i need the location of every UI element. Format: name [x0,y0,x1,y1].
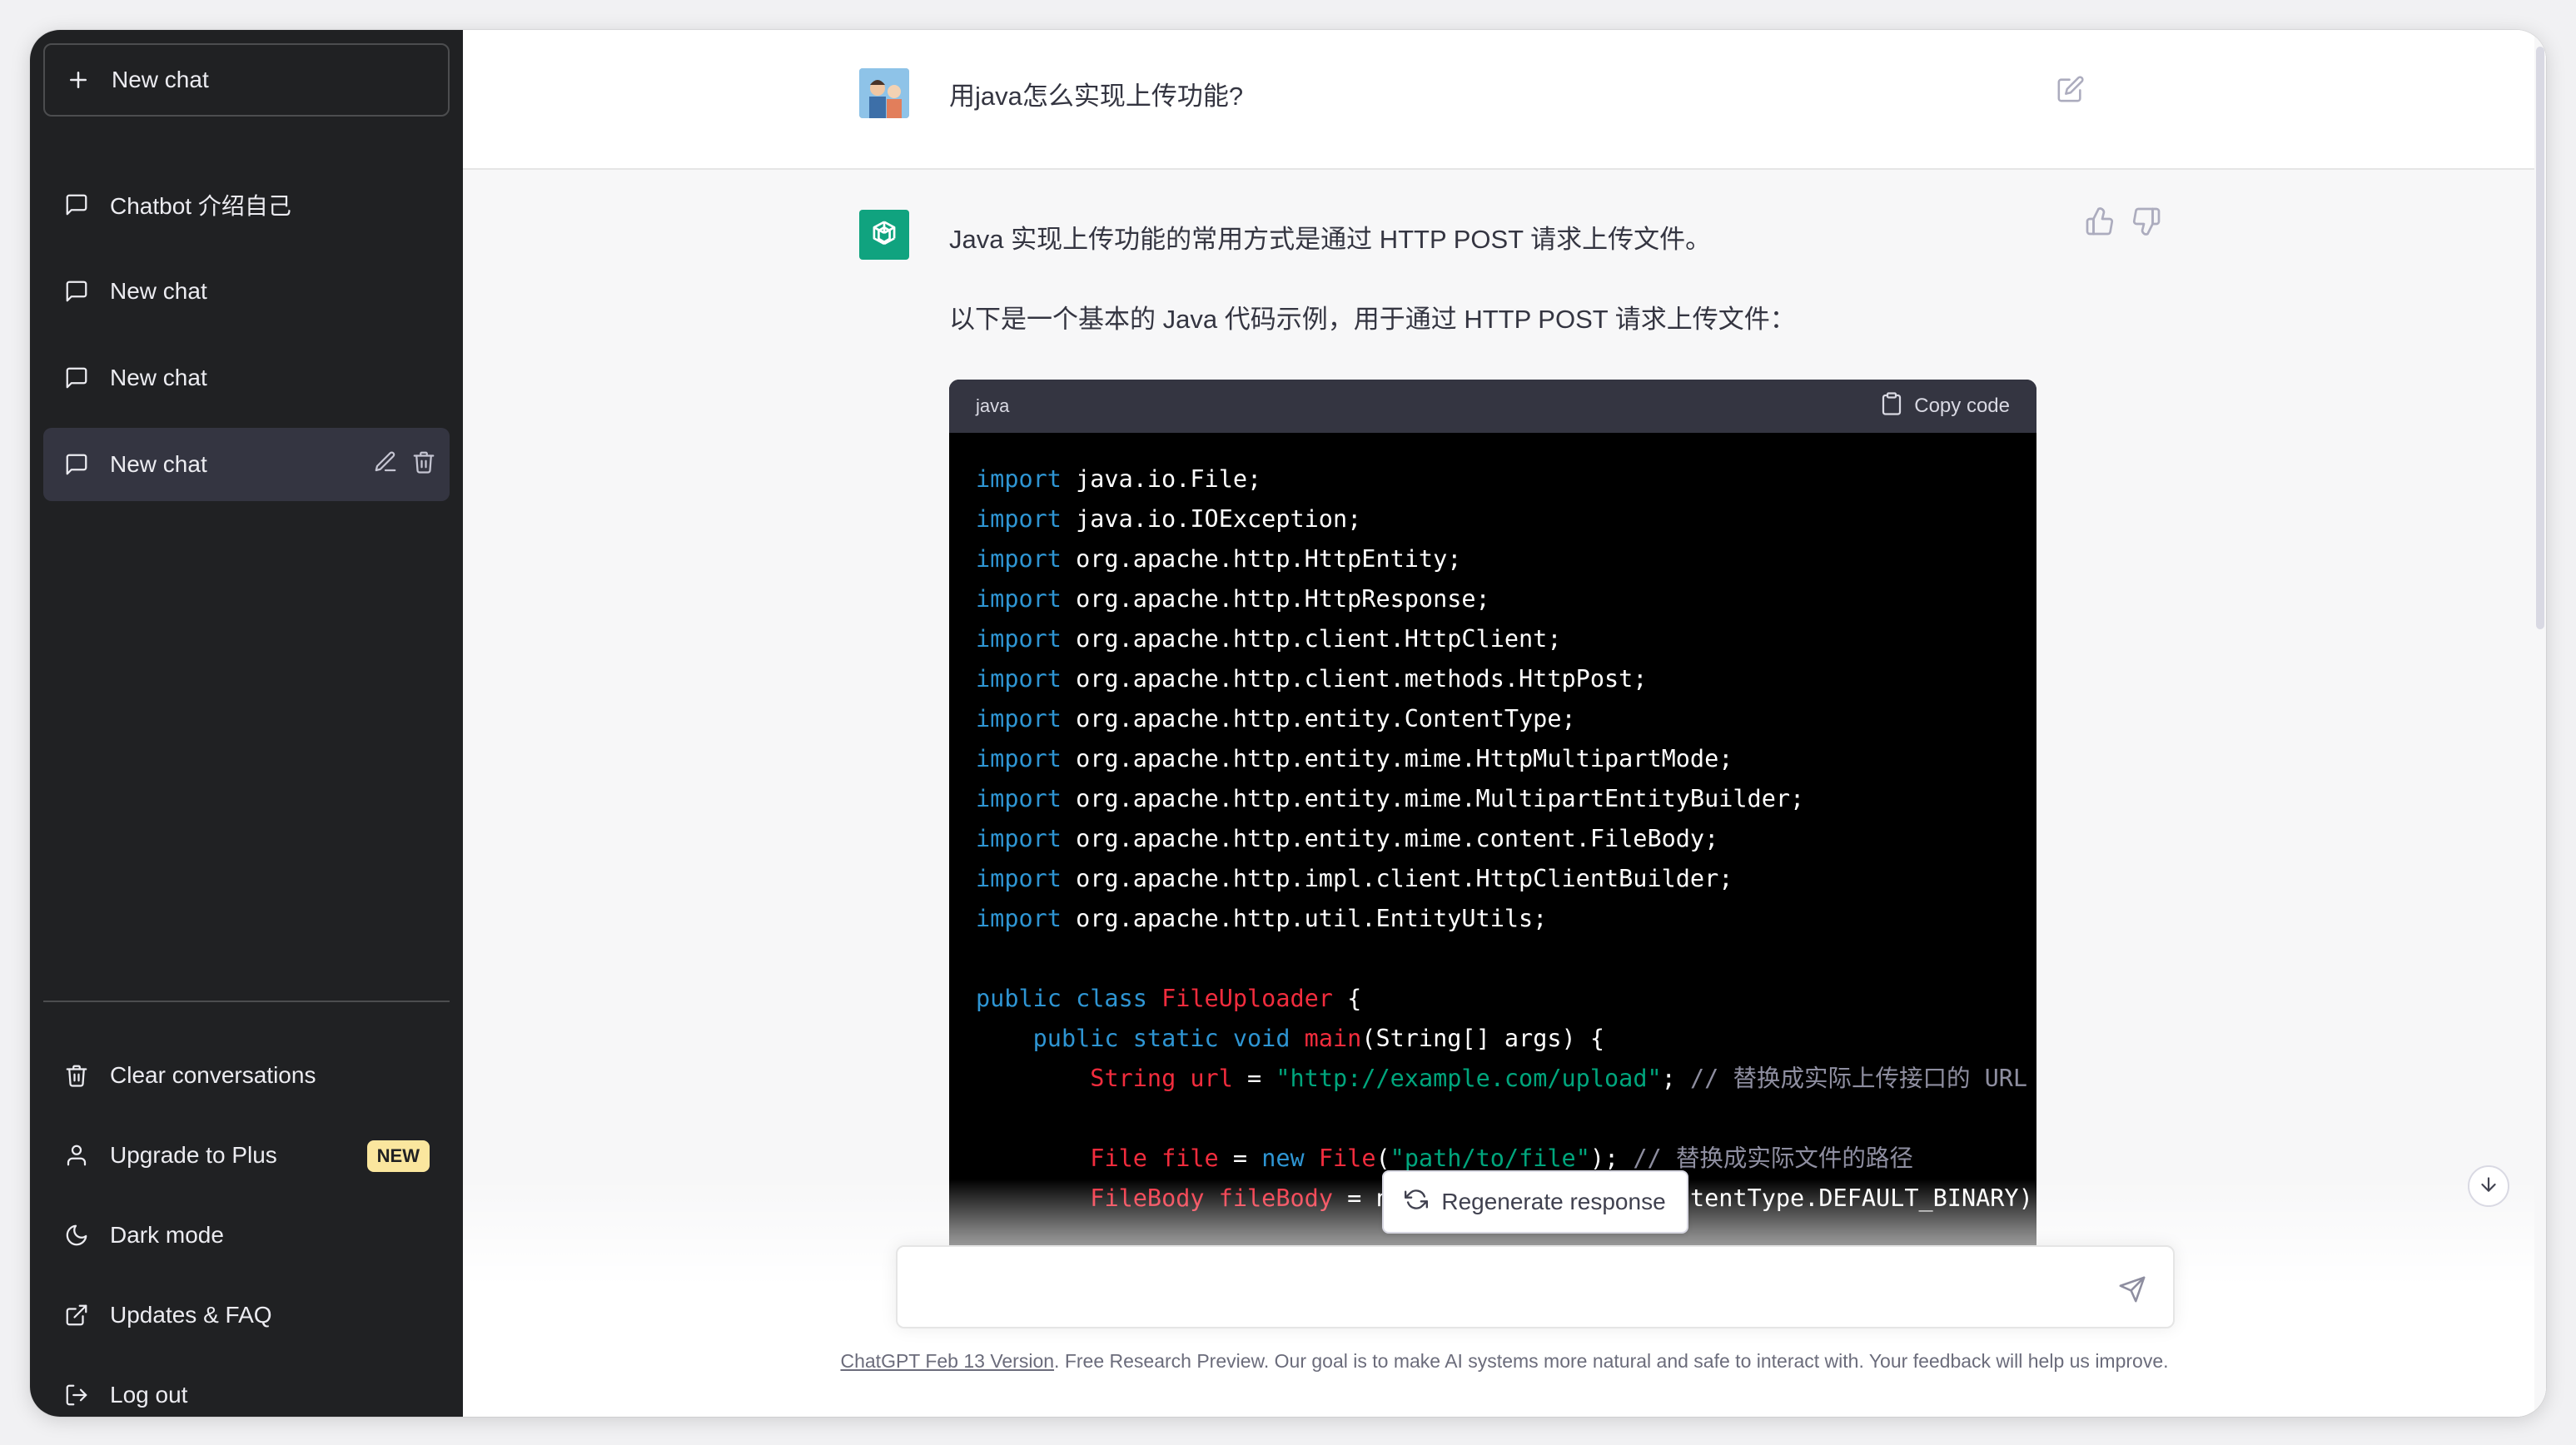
code-line: import org.apache.http.client.HttpClient… [976,625,1562,653]
code-line: import org.apache.http.HttpEntity; [976,545,1462,573]
footer-disclaimer: ChatGPT Feb 13 Version. Free Research Pr… [463,1350,2546,1373]
edit-message-icon[interactable] [2056,75,2085,103]
plus-icon [65,67,92,93]
code-language-label: java [976,395,1010,416]
send-icon[interactable] [2118,1275,2146,1303]
updates-faq-label: Updates & FAQ [110,1302,272,1328]
clipboard-icon [1879,391,1904,422]
new-chat-button[interactable]: New chat [43,43,450,117]
code-line: import org.apache.http.client.methods.Ht… [976,665,1648,693]
chat-history-item[interactable]: New chat [43,255,450,328]
log-out-label: Log out [110,1382,188,1408]
footer-text: . Free Research Preview. Our goal is to … [1054,1350,2169,1372]
updates-faq-link[interactable]: Updates & FAQ [43,1279,450,1352]
message-input[interactable] [918,1264,2103,1312]
code-line: public class FileUploader { [976,985,1362,1012]
user-message-row: 用java怎么实现上传功能? [463,30,2546,170]
code-line: import org.apache.http.util.EntityUtils; [976,905,1548,932]
chat-item-label: New chat [110,451,207,477]
message-input-box [896,1245,2175,1328]
regenerate-response-button[interactable]: Regenerate response [1382,1170,1688,1234]
copy-code-label: Copy code [1914,395,2010,417]
code-line: import org.apache.http.entity.mime.conte… [976,825,1719,852]
chat-bubble-icon [63,191,90,218]
user-icon [63,1142,90,1169]
code-line: import org.apache.http.HttpResponse; [976,585,1490,613]
sidebar: New chat Chatbot 介绍自己 New chat New chat … [30,30,463,1417]
assistant-paragraph: 以下是一个基本的 Java 代码示例，用于通过 HTTP POST 请求上传文件… [949,305,1796,334]
assistant-paragraph: Java 实现上传功能的常用方式是通过 HTTP POST 请求上传文件。 [949,225,1712,254]
dark-mode-button[interactable]: Dark mode [43,1199,450,1272]
conversation-area: 用java怎么实现上传功能? Java 实现上传功能的常用方式是通过 HTTP … [463,30,2546,1417]
sidebar-divider [43,1001,450,1002]
user-avatar [859,68,909,118]
scrollbar[interactable] [2534,30,2546,1417]
chat-history-item-active[interactable]: New chat [43,428,450,501]
chat-item-label: New chat [110,365,207,390]
chat-item-label: New chat [110,278,207,304]
dark-mode-label: Dark mode [110,1222,224,1248]
refresh-icon [1405,1188,1429,1217]
chat-bubble-icon [63,365,90,391]
trash-icon [63,1062,90,1089]
scroll-to-bottom-button[interactable] [2468,1165,2509,1207]
chat-bubble-icon [63,451,90,478]
code-line: String url = "http://example.com/upload"… [1090,1065,2028,1092]
thumbs-up-icon[interactable] [2085,206,2115,236]
user-message-text: 用java怎么实现上传功能? [949,82,1244,111]
chatgpt-logo-icon [859,210,909,260]
arrow-down-icon [2478,1174,2499,1199]
new-chat-label: New chat [112,67,209,92]
clear-conversations-label: Clear conversations [110,1062,316,1088]
code-line: public static void main(String[] args) { [1032,1025,1604,1052]
moon-icon [63,1222,90,1249]
thumbs-down-icon[interactable] [2131,206,2161,236]
new-badge: NEW [366,1140,430,1172]
code-content: import java.io.File; import java.io.IOExc… [949,433,2036,1245]
chat-history-item[interactable]: Chatbot 介绍自己 [43,168,450,241]
scrollbar-thumb[interactable] [2536,47,2544,629]
external-link-icon [63,1302,90,1328]
code-line: import org.apache.http.entity.mime.Multi… [976,785,1805,812]
code-block-header: java Copy code [949,380,2036,433]
code-line: import java.io.File; [976,465,1262,493]
chat-item-label: Chatbot 介绍自己 [110,193,291,219]
copy-code-button[interactable]: Copy code [1879,391,2010,422]
logout-icon [63,1382,90,1408]
code-line: import org.apache.http.impl.client.HttpC… [976,865,1733,892]
code-line: import org.apache.http.entity.mime.HttpM… [976,745,1733,772]
version-link[interactable]: ChatGPT Feb 13 Version [840,1350,1054,1372]
code-block: java Copy code import java.io.File; impor… [949,380,2036,1279]
regenerate-label: Regenerate response [1441,1189,1666,1214]
app-window: New chat Chatbot 介绍自己 New chat New chat … [30,30,2546,1417]
chat-bubble-icon [63,278,90,305]
pencil-icon[interactable] [373,449,398,480]
code-line: import org.apache.http.entity.ContentTyp… [976,705,1576,732]
chat-history-item[interactable]: New chat [43,341,450,415]
clear-conversations-button[interactable]: Clear conversations [43,1039,450,1112]
log-out-button[interactable]: Log out [43,1358,450,1417]
chat-item-actions [373,428,436,501]
code-line: import java.io.IOException; [976,505,1362,533]
upgrade-label: Upgrade to Plus [110,1142,277,1168]
trash-icon[interactable] [411,449,436,480]
upgrade-to-plus-button[interactable]: Upgrade to Plus NEW [43,1119,450,1192]
